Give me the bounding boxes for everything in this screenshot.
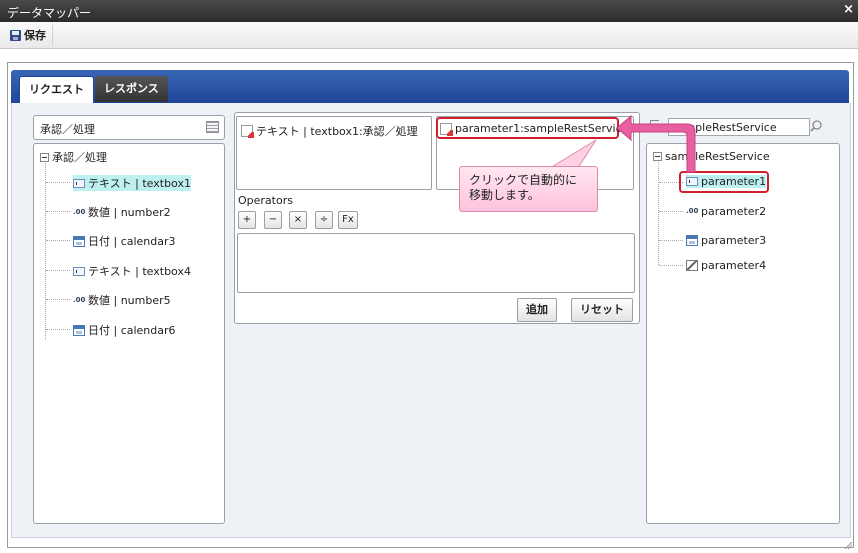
divide-operator-button[interactable]: ÷: [315, 211, 333, 229]
tree-connector: [659, 240, 683, 241]
number-icon: .00: [73, 207, 86, 216]
tree-root-label: 承認／処理: [52, 151, 107, 164]
tree-connector: [45, 160, 46, 340]
tab-request[interactable]: リクエスト: [19, 76, 94, 103]
calendar-icon: [73, 324, 85, 336]
tree-item[interactable]: parameter3: [686, 234, 766, 247]
left-tree-panel: 承認／処理 テキスト | textbox1 .00 数値 | number2 日…: [33, 143, 225, 524]
multiply-operator-button[interactable]: ×: [289, 211, 307, 229]
tree-connector: [46, 240, 70, 241]
left-panel-header: 承認／処理: [33, 115, 225, 140]
search-icon[interactable]: [809, 119, 823, 133]
tree-connector: [46, 270, 70, 271]
text-field-icon: [73, 178, 85, 188]
save-button[interactable]: 保存: [6, 25, 53, 45]
field-icon: [440, 122, 453, 136]
title-bar: データマッパー ×: [0, 0, 858, 22]
number-icon: .00: [73, 295, 86, 304]
tree-item-label: 数値 | number2: [88, 206, 171, 219]
target-field-highlight: parameter1:sampleRestService: [436, 117, 628, 139]
tree-item[interactable]: 日付 | calendar6: [73, 322, 176, 338]
tree-item-label: 日付 | calendar3: [88, 235, 176, 248]
reset-button[interactable]: リセット: [571, 298, 633, 322]
tree-item-label: parameter4: [701, 259, 767, 272]
toolbar: 保存: [0, 22, 858, 49]
source-field: テキスト | textbox1:承認／処理: [241, 123, 418, 139]
tree-item[interactable]: .00 数値 | number2: [73, 204, 171, 220]
left-panel-title: 承認／処理: [40, 123, 95, 136]
expression-textarea[interactable]: [237, 233, 635, 293]
function-operator-button[interactable]: Fx: [338, 211, 358, 229]
collapse-icon[interactable]: [40, 152, 49, 162]
tree-connector: [659, 211, 683, 212]
tree-item[interactable]: テキスト | textbox1: [73, 175, 191, 191]
tree-item-label: テキスト | textbox1: [88, 177, 191, 190]
tree-item[interactable]: .00 parameter2: [686, 205, 766, 218]
tree-connector: [659, 265, 683, 266]
tree-item-label: parameter3: [701, 234, 767, 247]
tree-root-node[interactable]: 承認／処理: [40, 149, 107, 165]
tree-connector: [46, 182, 70, 183]
tab-response[interactable]: レスポンス: [95, 76, 168, 102]
tree-connector: [46, 299, 70, 300]
floppy-disk-icon: [10, 29, 21, 41]
calendar-icon: [686, 235, 698, 246]
source-field-box[interactable]: テキスト | textbox1:承認／処理: [236, 116, 432, 190]
add-button[interactable]: 追加: [517, 298, 557, 322]
tree-item-label: テキスト | textbox4: [88, 265, 191, 278]
calendar-icon: [73, 235, 85, 247]
minus-operator-button[interactable]: −: [264, 211, 282, 229]
close-icon[interactable]: ×: [843, 2, 854, 17]
list-view-icon[interactable]: [206, 121, 219, 133]
tree-item-label: 数値 | number5: [88, 294, 171, 307]
window-title: データマッパー: [7, 6, 92, 20]
image-icon: [686, 260, 698, 271]
tree-connector: [46, 329, 70, 330]
tree-item[interactable]: parameter4: [686, 259, 766, 272]
field-icon: [241, 125, 254, 138]
source-field-label: テキスト | textbox1:承認／処理: [256, 125, 418, 138]
tree-item[interactable]: 日付 | calendar3: [73, 233, 176, 249]
resize-grip-icon[interactable]: [843, 540, 853, 550]
plus-operator-button[interactable]: +: [238, 211, 256, 229]
tree-item-label: parameter2: [701, 205, 767, 218]
tree-connector: [46, 211, 70, 212]
tree-item[interactable]: テキスト | textbox4: [73, 263, 191, 279]
number-icon: .00: [686, 207, 699, 215]
callout-tooltip: クリックで自動的に 移動します。: [459, 166, 598, 212]
tree-item-label: 日付 | calendar6: [88, 324, 176, 337]
operators-label: Operators: [238, 194, 293, 207]
annotation-arrow-icon: [616, 114, 696, 173]
save-button-label: 保存: [24, 29, 46, 42]
tree-item[interactable]: .00 数値 | number5: [73, 292, 171, 308]
right-tree-panel: sampleRestService parameter1 .00 paramet…: [646, 143, 840, 524]
text-field-icon: [73, 266, 85, 276]
